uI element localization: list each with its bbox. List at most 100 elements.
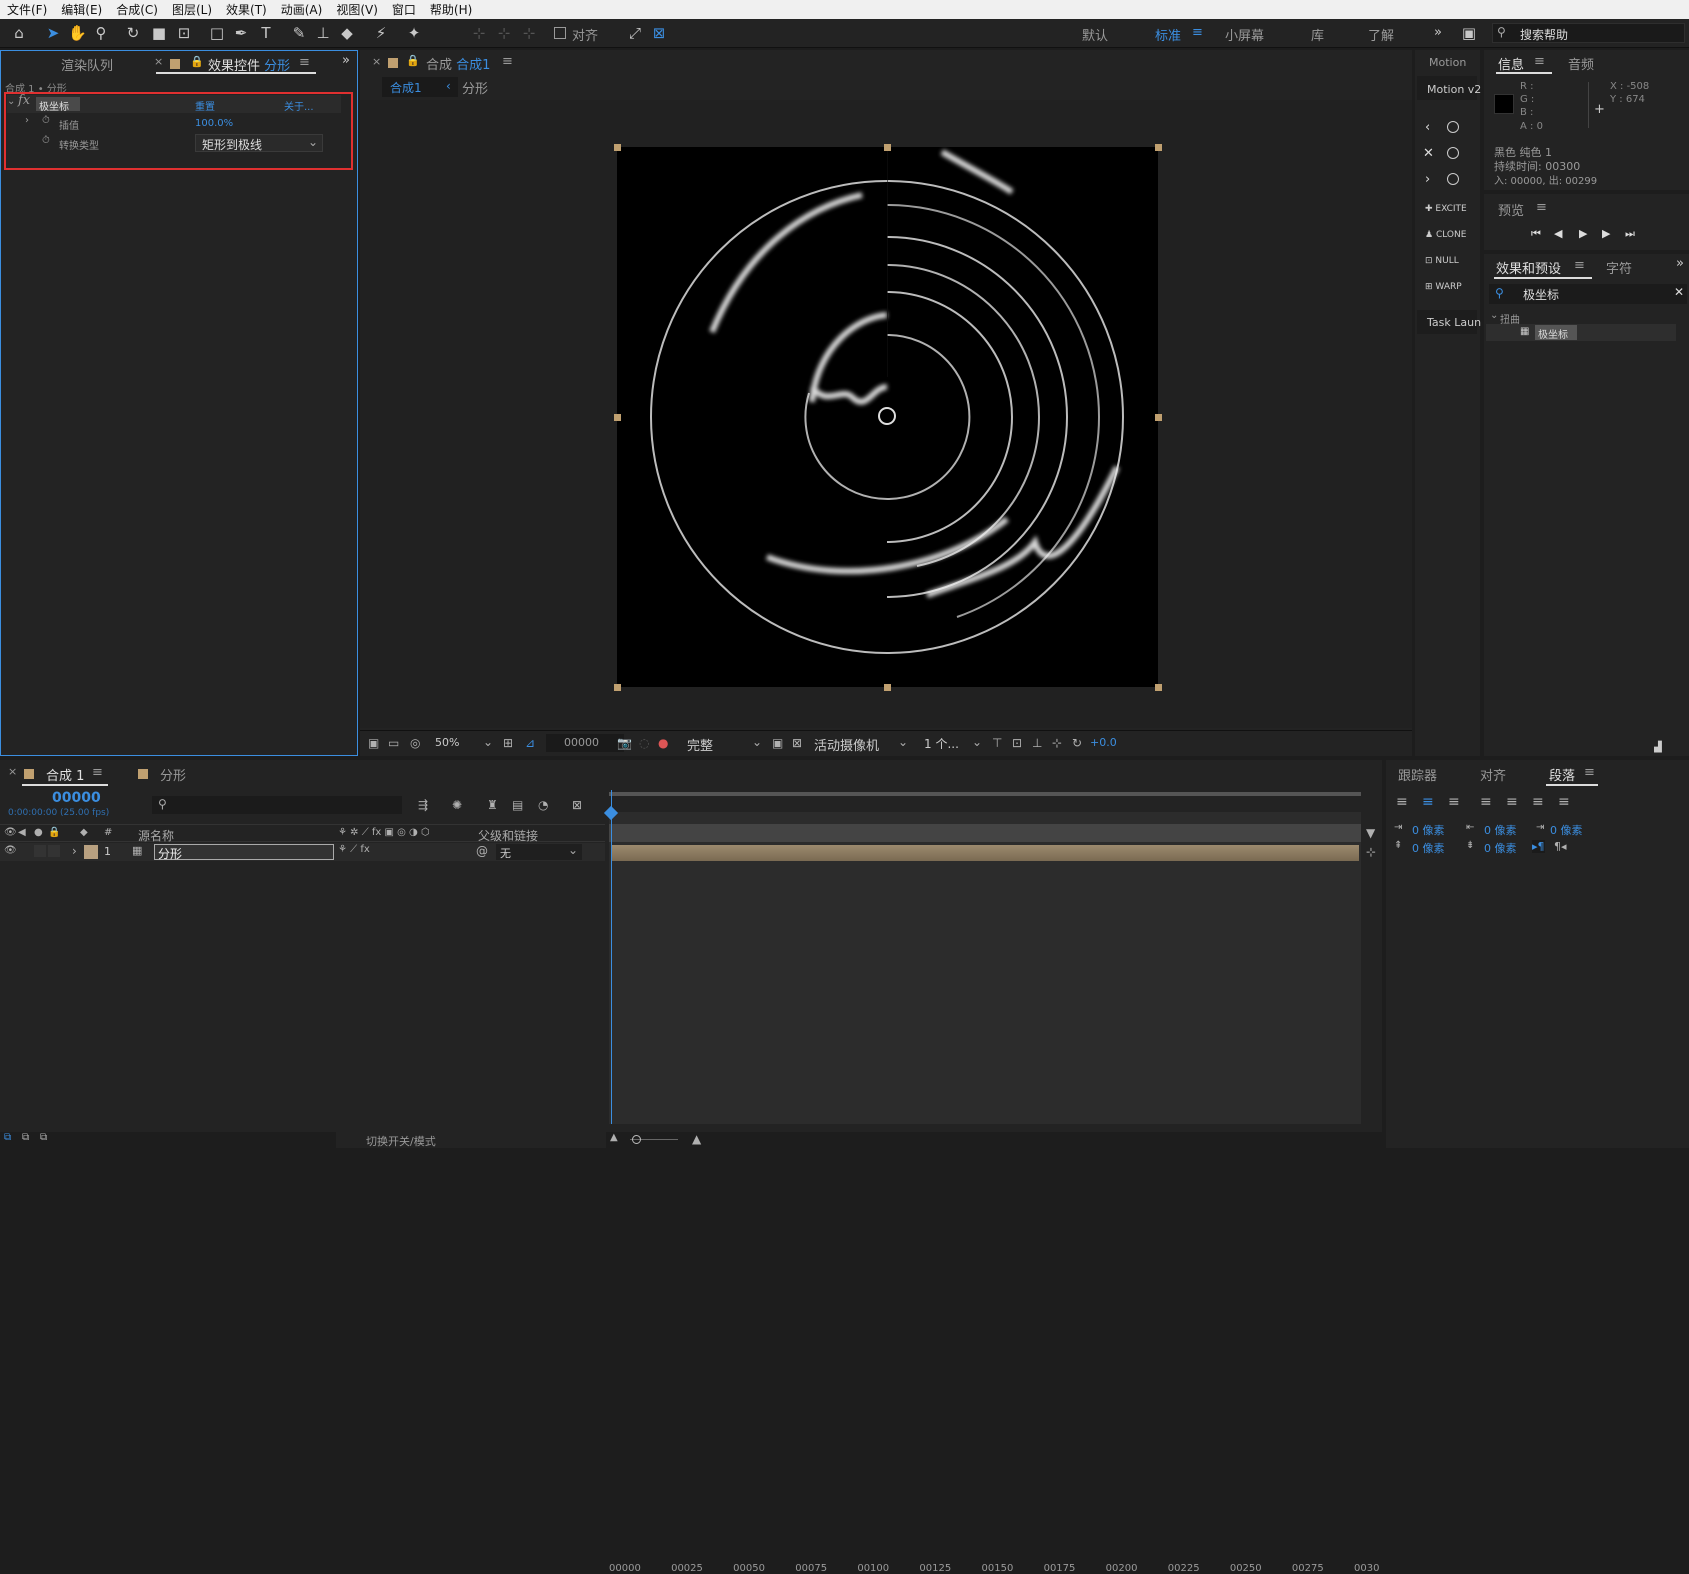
justify-center-icon[interactable]: ≡ xyxy=(1506,794,1518,810)
bbox-handle-tl[interactable] xyxy=(614,144,621,151)
layout-icon[interactable]: ▣ xyxy=(1460,24,1478,42)
workspace-default[interactable]: 默认 xyxy=(1082,25,1108,44)
align-left-icon[interactable]: ≡ xyxy=(1396,794,1408,810)
show-snapshot-icon[interactable]: ◌ xyxy=(639,736,649,750)
preview-menu-icon[interactable]: ≡ xyxy=(1536,200,1547,215)
workspace-libraries[interactable]: 库 xyxy=(1311,25,1324,44)
channel-icon[interactable]: ● xyxy=(658,736,668,750)
ltr-direction-icon[interactable]: ▸¶ xyxy=(1532,840,1545,853)
clear-search-icon[interactable]: ✕ xyxy=(1674,285,1684,299)
prev-frame-icon[interactable]: ◀ xyxy=(1554,227,1562,240)
layer-duration-bar[interactable] xyxy=(612,845,1359,861)
space-after-value[interactable]: 0 像素 xyxy=(1484,840,1517,856)
align-center-icon[interactable]: ≡ xyxy=(1422,794,1434,810)
menu-animation[interactable]: 动画(A) xyxy=(274,1,330,18)
stopwatch2-icon[interactable]: ⏱ xyxy=(42,135,50,146)
mask-icon[interactable]: ◎ xyxy=(410,736,420,750)
prop-interpolation-value[interactable]: 100.0% xyxy=(195,118,233,129)
layer-expand-icon[interactable]: › xyxy=(72,844,77,858)
zoom-slider-handle[interactable] xyxy=(632,1135,641,1144)
ease-out-knob[interactable] xyxy=(1447,173,1459,185)
type-tool-icon[interactable]: T xyxy=(257,24,275,42)
justify-left-icon[interactable]: ≡ xyxy=(1480,794,1492,810)
menu-layer[interactable]: 图层(L) xyxy=(165,1,219,18)
zoom-chevron-icon[interactable]: ⌄ xyxy=(483,735,493,749)
toggle-switches-modes[interactable]: 切换开关/模式 xyxy=(336,1132,606,1148)
hand-tool-icon[interactable]: ✋ xyxy=(68,24,87,42)
menu-file[interactable]: 文件(F) xyxy=(0,1,54,18)
work-area-bar[interactable] xyxy=(609,792,1361,796)
pen-tool-icon[interactable]: ✒ xyxy=(232,24,250,42)
conversion-type-select[interactable]: 矩形到极线 ⌄ xyxy=(195,134,323,152)
crumb-active[interactable]: 合成1 ‹ xyxy=(382,77,458,97)
paragraph-menu-icon[interactable]: ≡ xyxy=(1584,765,1595,780)
next-frame-icon[interactable]: ▶ xyxy=(1602,227,1610,240)
footer-layer-switches-icon[interactable]: ⧉ xyxy=(4,1132,11,1143)
workspace-learn[interactable]: 了解 xyxy=(1368,25,1394,44)
indent-right-value[interactable]: 0 像素 xyxy=(1484,822,1517,838)
shy-layers-icon[interactable]: ♜ xyxy=(487,798,498,812)
tab-effects-presets[interactable]: 效果和预设 xyxy=(1496,258,1561,277)
layer-end-icon[interactable]: ⊹ xyxy=(1366,845,1376,859)
pan-behind-tool-icon[interactable]: ⊡ xyxy=(175,24,193,42)
parent-header[interactable]: 父级和链接 xyxy=(478,827,538,844)
stopwatch-icon[interactable]: ⏱ xyxy=(42,115,50,126)
exposure-value[interactable]: +0.0 xyxy=(1090,736,1117,749)
indent-left-value[interactable]: 0 像素 xyxy=(1412,822,1445,838)
bbox-handle-tc[interactable] xyxy=(884,144,891,151)
indent-first-icon[interactable]: ⇥ xyxy=(1536,822,1544,833)
frame-blending-icon[interactable]: ▤ xyxy=(512,798,523,812)
parent-select[interactable]: 无 ⌄ xyxy=(496,843,582,860)
camera-tool-icon[interactable]: ■ xyxy=(150,24,168,42)
snapshot-icon[interactable]: 📷 xyxy=(617,736,632,750)
rotate-tool-icon[interactable]: ↻ xyxy=(124,24,142,42)
clone-button[interactable]: ♟ CLONE xyxy=(1425,230,1466,240)
roi-icon[interactable]: ⊿ xyxy=(525,736,535,750)
indent-left-icon[interactable]: ⇥ xyxy=(1394,822,1402,833)
selection-tool-icon[interactable]: ➤ xyxy=(44,24,62,42)
fit-icon[interactable]: ⊞ xyxy=(503,736,513,750)
menu-edit[interactable]: 编辑(E) xyxy=(54,1,109,18)
tab-paragraph[interactable]: 段落 xyxy=(1549,765,1575,784)
crumb-layer[interactable]: 分形 xyxy=(462,78,488,97)
graph-editor-icon[interactable]: ⊠ xyxy=(572,798,582,812)
layer-label-color[interactable] xyxy=(84,845,98,859)
toggle-pixel-icon[interactable]: ⊤ xyxy=(992,736,1002,750)
tab-tracker[interactable]: 跟踪器 xyxy=(1398,765,1437,784)
region-icon[interactable]: ▣ xyxy=(772,736,783,750)
quality-chevron-icon[interactable]: ⌄ xyxy=(752,735,762,749)
workspace-small-screen[interactable]: 小屏幕 xyxy=(1225,25,1264,44)
layer-visibility-icon[interactable]: 👁 xyxy=(4,845,17,856)
tab-audio[interactable]: 音频 xyxy=(1568,54,1594,73)
info-menu-icon[interactable]: ≡ xyxy=(1534,54,1545,69)
effect-name[interactable]: 极坐标 xyxy=(39,98,69,113)
about-link[interactable]: 关于... xyxy=(284,98,314,113)
category-chevron-icon[interactable]: ⌄ xyxy=(1490,310,1498,321)
views-chevron-icon[interactable]: ⌄ xyxy=(972,735,982,749)
effects-menu-icon[interactable]: ≡ xyxy=(1574,258,1585,273)
warp-button[interactable]: ⊞ WARP xyxy=(1425,282,1462,292)
timeline-tab2[interactable]: 分形 xyxy=(160,765,186,784)
close-comp-icon[interactable]: × xyxy=(372,55,381,68)
new-folder-icon[interactable]: ▟ xyxy=(1654,742,1662,753)
more-workspaces-icon[interactable]: » xyxy=(1434,25,1442,40)
rectangle-tool-icon[interactable]: □ xyxy=(208,24,226,42)
anchor-point-icon[interactable] xyxy=(878,407,896,425)
snap-mode-icon[interactable]: ⊠ xyxy=(650,24,668,42)
zoom-in-icon[interactable]: ▲ xyxy=(692,1132,701,1146)
current-timecode[interactable]: 00000 xyxy=(52,790,101,806)
tab-info[interactable]: 信息 xyxy=(1498,54,1524,73)
tab-align[interactable]: 对齐 xyxy=(1480,765,1506,784)
flowchart-icon[interactable]: ⊹ xyxy=(1052,736,1062,750)
footer-stretch-icon[interactable]: ⧉ xyxy=(40,1132,47,1143)
reset-exposure-icon[interactable]: ↻ xyxy=(1072,736,1082,750)
tab-render-queue[interactable]: 渲染队列 xyxy=(61,55,113,74)
pickwhip-icon[interactable]: @ xyxy=(476,844,488,858)
transparency-grid-icon[interactable]: ⊠ xyxy=(792,736,802,750)
null-button[interactable]: ⊡ NULL xyxy=(1425,256,1459,266)
viewer-timecode-field[interactable]: 00000 xyxy=(546,734,624,752)
always-preview-icon[interactable]: ▣ xyxy=(368,736,379,750)
clone-stamp-tool-icon[interactable]: ⊥ xyxy=(314,24,332,42)
play-icon[interactable]: ▶ xyxy=(1579,227,1587,240)
fx-icon[interactable]: fx xyxy=(18,93,30,108)
